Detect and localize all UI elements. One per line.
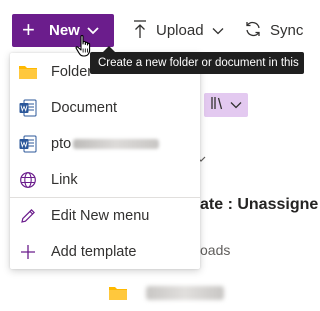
sync-button[interactable]: Sync — [244, 14, 303, 47]
folder-icon — [18, 62, 38, 82]
menu-item-label: Edit New menu — [51, 208, 150, 224]
menu-item-label: Folder — [51, 64, 93, 80]
menu-item-edit-new-menu[interactable]: Edit New menu — [10, 199, 200, 233]
sync-label: Sync — [270, 22, 304, 39]
menu-item-label: Document — [51, 100, 118, 116]
folder-icon — [108, 285, 128, 306]
word-icon — [18, 134, 38, 154]
menu-item-link[interactable]: Link — [10, 163, 200, 197]
plus-icon: + — [22, 16, 35, 42]
menu-item-document[interactable]: Document — [10, 91, 200, 125]
view-subtitle: oads — [200, 242, 231, 258]
plus-icon — [18, 242, 38, 262]
view-title: ate : Unassigne — [200, 196, 319, 213]
menu-item-add-template[interactable]: Add template — [10, 235, 200, 269]
globe-icon — [18, 170, 38, 190]
new-menu: Folder Document pto Link Edit New menu A… — [10, 53, 200, 269]
redacted-template-name — [73, 139, 160, 150]
upload-icon — [132, 19, 148, 43]
upload-label: Upload — [156, 22, 204, 39]
sync-icon — [244, 20, 262, 42]
upload-chevron-icon — [212, 22, 224, 39]
library-icon — [210, 96, 226, 115]
new-button-tooltip: Create a new folder or document in this — [90, 52, 304, 74]
view-options-button[interactable] — [204, 93, 248, 117]
tooltip-text: Create a new folder or document in this — [98, 57, 299, 69]
word-icon — [18, 98, 38, 118]
new-button[interactable]: + New — [12, 14, 114, 47]
hand-cursor-icon — [74, 34, 94, 63]
menu-divider — [10, 197, 200, 198]
pencil-icon — [18, 206, 38, 226]
upload-button[interactable]: Upload — [132, 14, 224, 47]
menu-item-label: Add template — [51, 244, 137, 260]
chevron-down-icon — [230, 96, 242, 114]
menu-item-label: pto — [51, 136, 160, 152]
redacted-file-name — [146, 286, 224, 300]
menu-item-template[interactable]: pto — [10, 127, 200, 161]
menu-item-label: Link — [51, 172, 78, 188]
